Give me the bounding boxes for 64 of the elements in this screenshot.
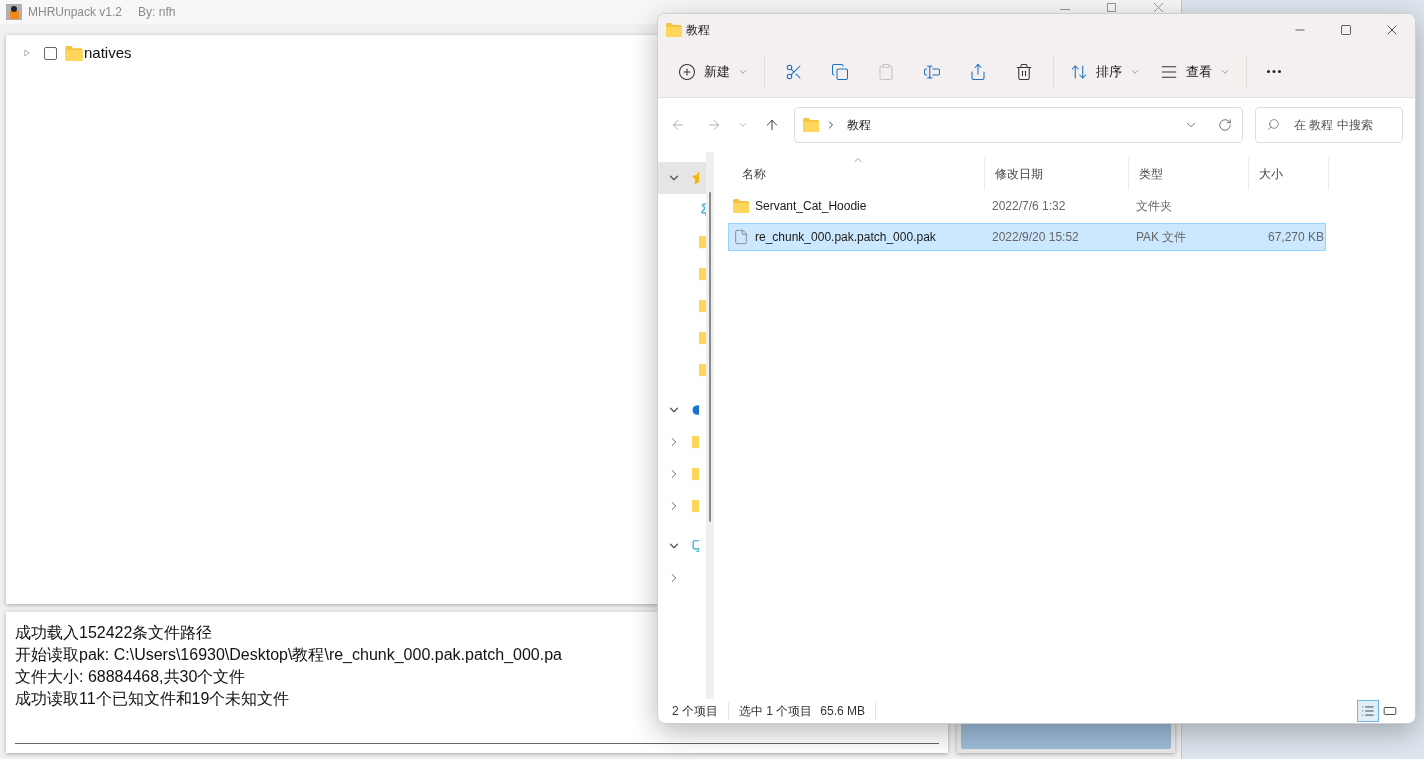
folder-icon xyxy=(803,118,819,132)
folder-icon xyxy=(65,45,83,61)
search-field[interactable]: 在 教程 中搜索 xyxy=(1255,107,1403,143)
back-icon[interactable] xyxy=(670,117,686,133)
file-icon xyxy=(733,229,749,245)
log-line: 成功读取11个已知文件和19个未知文件 xyxy=(15,689,290,709)
selection-count: 选中 1 个项目 xyxy=(738,703,813,720)
forward-icon[interactable] xyxy=(706,117,722,133)
refresh-icon[interactable] xyxy=(1218,118,1232,132)
file-row[interactable]: Servant_Cat_Hoodie 2022/7/6 1:32 文件夹 xyxy=(728,192,1326,220)
add-icon xyxy=(678,62,696,81)
author-label: By: nfh xyxy=(138,4,176,21)
folder-icon xyxy=(692,435,699,449)
address-bar[interactable]: 教程 xyxy=(794,107,1243,143)
folder-icon xyxy=(692,467,699,481)
trash-icon xyxy=(1015,62,1033,81)
column-header[interactable]: 修改日期 xyxy=(985,158,1129,190)
folder-icon xyxy=(733,199,749,213)
rename-icon xyxy=(923,62,941,81)
modified-date: 2022/7/6 1:32 xyxy=(991,198,1067,215)
path-segment[interactable]: 教程 xyxy=(847,116,871,134)
folder-icon xyxy=(666,23,682,37)
file-type: PAK 文件 xyxy=(1135,229,1188,246)
window-title: 教程 xyxy=(686,22,710,39)
log-line: 开始读取pak: C:\Users\16930\Desktop\教程\re_chunk_000.pak.patch_000.pa xyxy=(15,645,562,665)
app-icon xyxy=(6,4,22,20)
maximize-button[interactable] xyxy=(1107,3,1116,12)
log-line: 文件大小: 68884468,共30个文件 xyxy=(15,667,246,687)
sort-icon xyxy=(1070,62,1088,81)
copy-icon xyxy=(831,62,849,81)
up-icon[interactable] xyxy=(764,117,780,133)
file-type: 文件夹 xyxy=(1135,198,1173,215)
clipboard-icon xyxy=(877,62,895,81)
tree-checkbox[interactable] xyxy=(44,46,57,60)
more-icon xyxy=(1267,70,1281,73)
selection-size: 65.6 MB xyxy=(812,702,877,720)
maximize-icon xyxy=(1340,24,1352,36)
app-title: MHRUnpack v1.2 xyxy=(28,4,123,21)
file-name: re_chunk_000.pak.patch_000.pak xyxy=(755,229,936,246)
share-icon xyxy=(969,62,987,81)
file-name: Servant_Cat_Hoodie xyxy=(755,198,867,215)
modified-date: 2022/9/20 15:52 xyxy=(991,229,1080,246)
list-icon xyxy=(1361,704,1375,718)
toolbar-menu-button[interactable]: 排序 xyxy=(1060,53,1150,90)
column-header[interactable]: 类型 xyxy=(1129,158,1249,190)
folder-icon xyxy=(692,499,699,513)
toolbar-menu-button[interactable]: 查看 xyxy=(1150,53,1240,90)
rectangle-icon xyxy=(1383,704,1397,718)
tree-item-label[interactable]: natives xyxy=(84,41,132,65)
search-icon xyxy=(1267,118,1280,131)
cloud-icon xyxy=(692,403,699,417)
item-count: 2 个项目 xyxy=(672,702,729,720)
scrollbar[interactable] xyxy=(706,152,714,699)
toolbar-menu-button[interactable]: 新建 xyxy=(668,53,758,90)
close-button[interactable] xyxy=(1154,3,1163,12)
star-icon xyxy=(692,171,699,185)
column-header[interactable]: 大小 xyxy=(1249,158,1329,190)
scissors-icon xyxy=(785,62,803,81)
recent-icon[interactable] xyxy=(738,120,748,130)
file-row[interactable]: re_chunk_000.pak.patch_000.pak 2022/9/20 15:52 PAK 文件 67,270 KB xyxy=(728,223,1326,251)
log-line: 成功载入152422条文件路径 xyxy=(15,623,213,643)
file-size: 67,270 KB xyxy=(1266,229,1324,246)
column-header[interactable]: 名称 xyxy=(732,158,985,190)
collapsed-arrow-icon[interactable] xyxy=(24,49,30,57)
